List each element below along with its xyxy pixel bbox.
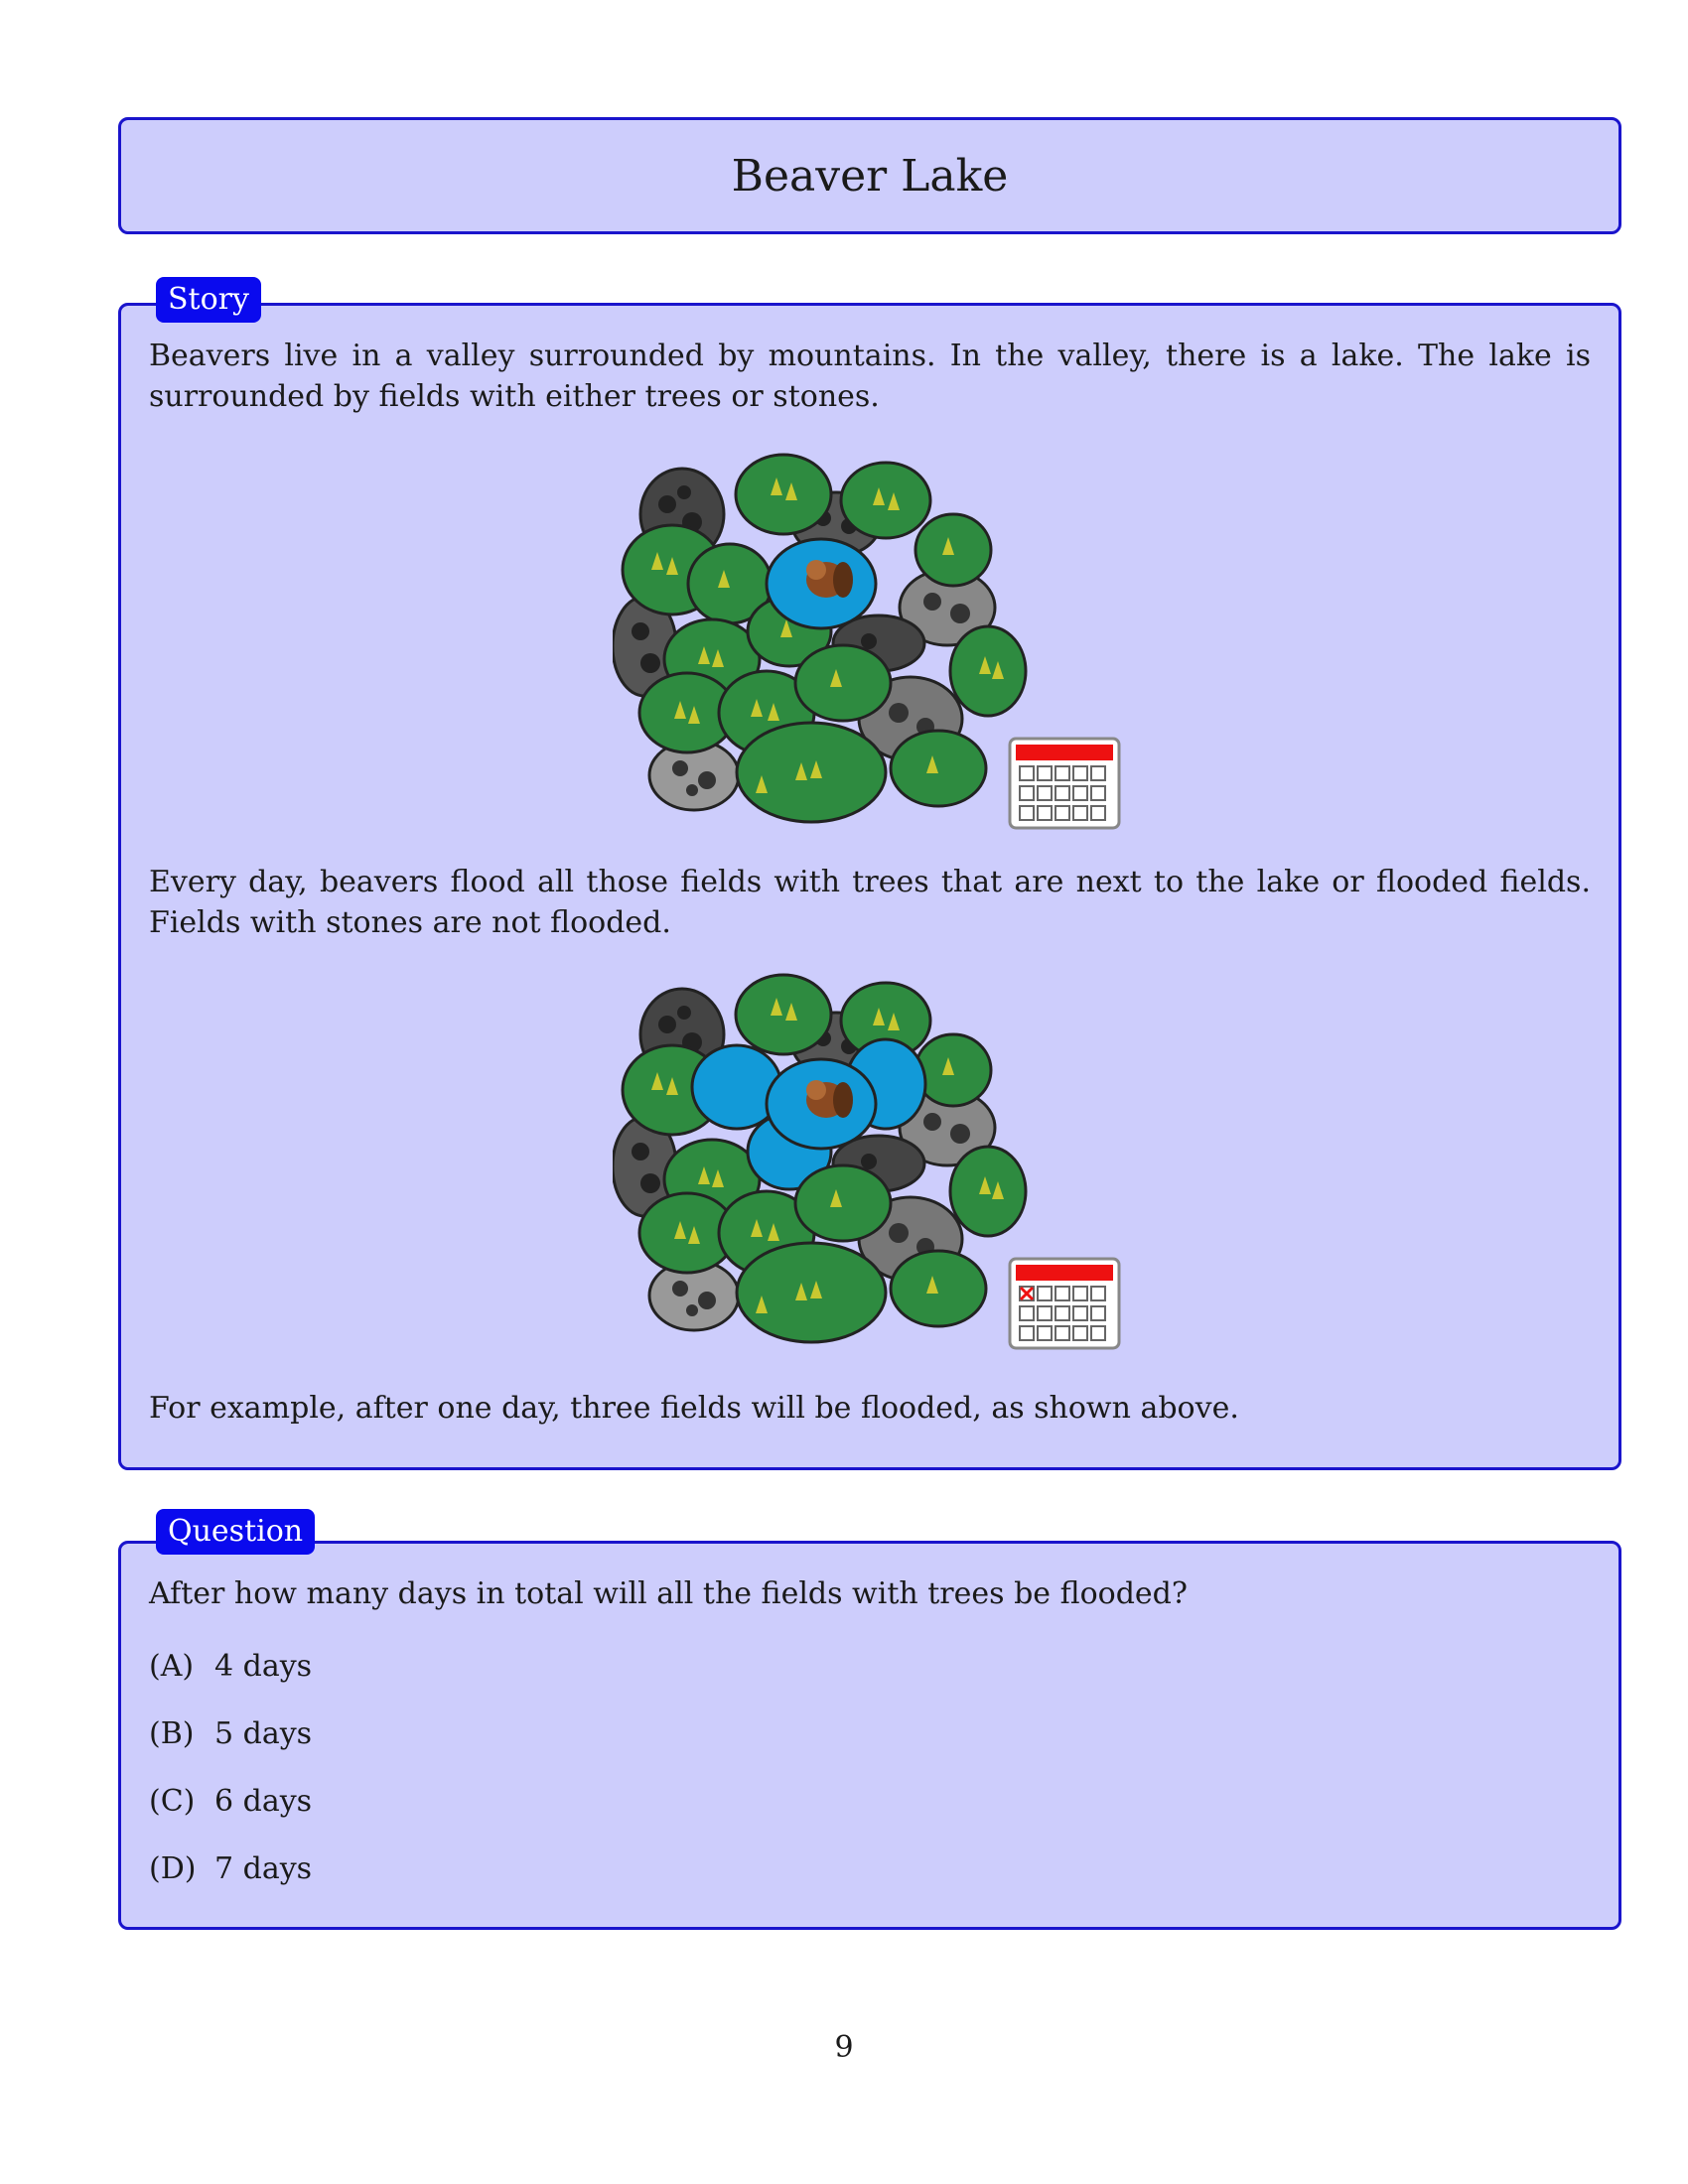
option-text: 7 days xyxy=(214,1851,313,1886)
calendar-icon xyxy=(1008,737,1121,830)
tree-field xyxy=(793,643,893,723)
page-number: 9 xyxy=(834,2030,854,2065)
option-letter: (A) xyxy=(149,1649,195,1684)
option-a[interactable]: (A) 4 days xyxy=(149,1647,312,1687)
tree-field xyxy=(914,512,993,588)
page-title: Beaver Lake xyxy=(731,150,1009,202)
tree-field xyxy=(734,453,833,536)
tree-field xyxy=(735,721,888,824)
tree-field xyxy=(889,1249,988,1328)
option-letter: (D) xyxy=(149,1851,197,1886)
question-tag: Question xyxy=(156,1509,316,1555)
tree-field xyxy=(914,1032,993,1108)
option-text: 4 days xyxy=(214,1649,313,1684)
option-letter: (C) xyxy=(149,1784,196,1819)
beaver-icon xyxy=(806,1080,853,1118)
beaver-icon xyxy=(806,560,853,598)
valley-map-day-1 xyxy=(613,973,1121,1350)
tree-field xyxy=(839,461,932,540)
tree-field xyxy=(793,1163,893,1243)
story-paragraph-3: For example, after one day, three fields… xyxy=(149,1391,1239,1426)
option-text: 5 days xyxy=(214,1716,313,1751)
story-tag: Story xyxy=(156,277,261,323)
option-text: 6 days xyxy=(214,1784,313,1819)
calendar-icon xyxy=(1008,1257,1121,1350)
tree-field xyxy=(735,1241,888,1344)
option-letter: (B) xyxy=(149,1716,195,1751)
valley-map-day-0 xyxy=(613,453,1121,830)
option-c[interactable]: (C) 6 days xyxy=(149,1782,312,1822)
story-paragraph-1: Beavers live in a valley surrounded by m… xyxy=(149,339,1591,414)
question-box: After how many days in total will all th… xyxy=(118,1541,1621,1930)
tree-field xyxy=(948,1145,1028,1238)
option-b[interactable]: (B) 5 days xyxy=(149,1714,312,1754)
story-box: Beavers live in a valley surrounded by m… xyxy=(118,303,1621,1470)
tree-field xyxy=(734,973,833,1056)
question-text: After how many days in total will all th… xyxy=(149,1576,1188,1611)
story-paragraph-2: Every day, beavers flood all those field… xyxy=(149,865,1591,940)
tree-field xyxy=(948,624,1028,718)
tree-field xyxy=(889,729,988,808)
option-d[interactable]: (D) 7 days xyxy=(149,1849,312,1889)
title-box: Beaver Lake xyxy=(118,117,1621,234)
